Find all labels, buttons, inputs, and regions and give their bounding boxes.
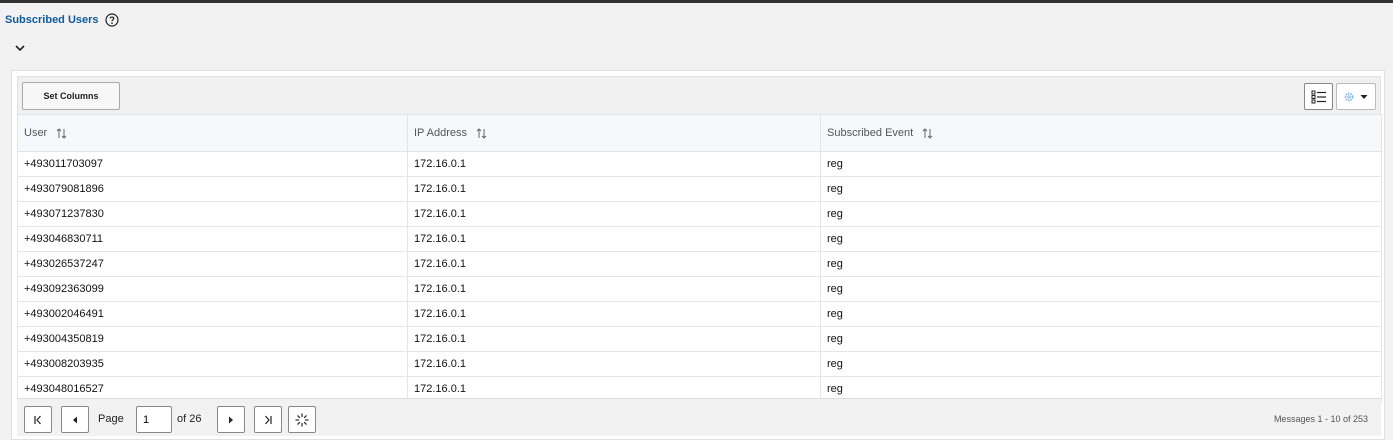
pagination-bar: Page of 26 bbox=[17, 398, 1381, 436]
top-bar bbox=[0, 0, 1393, 3]
cell-ip-address: 172.16.0.1 bbox=[407, 351, 821, 377]
section-header: Subscribed Users bbox=[5, 10, 119, 30]
cell-ip-address: 172.16.0.1 bbox=[407, 201, 821, 227]
cell-user: +493011703097 bbox=[17, 151, 408, 177]
list-view-icon bbox=[1311, 90, 1326, 103]
help-circle-icon[interactable] bbox=[104, 13, 119, 27]
table-toolbar: Set Columns bbox=[17, 76, 1381, 114]
cell-subscribed-event: reg bbox=[820, 301, 1382, 327]
last-page-button[interactable] bbox=[254, 406, 282, 433]
column-header-subscribed-event[interactable]: Subscribed Event bbox=[820, 114, 1382, 152]
table-row[interactable]: +493026537247 172.16.0.1 reg bbox=[17, 251, 1382, 277]
gear-icon bbox=[1344, 92, 1354, 101]
chevron-down-icon[interactable] bbox=[12, 41, 28, 55]
cell-user: +493008203935 bbox=[17, 351, 408, 377]
cell-user: +493002046491 bbox=[17, 301, 408, 327]
column-header-label: Subscribed Event bbox=[827, 127, 914, 139]
cell-subscribed-event: reg bbox=[820, 326, 1382, 352]
sort-icon[interactable] bbox=[922, 127, 933, 139]
messages-count: Messages 1 - 10 of 253 bbox=[1273, 414, 1368, 424]
column-header-ip-address[interactable]: IP Address bbox=[407, 114, 821, 152]
column-header-label: User bbox=[24, 127, 48, 139]
cell-ip-address: 172.16.0.1 bbox=[407, 226, 821, 252]
page-label: Page bbox=[98, 413, 124, 425]
page-title: Subscribed Users bbox=[5, 14, 99, 26]
table-row[interactable]: +493008203935 172.16.0.1 reg bbox=[17, 351, 1382, 377]
refresh-button[interactable] bbox=[288, 406, 316, 433]
cell-ip-address: 172.16.0.1 bbox=[407, 151, 821, 177]
next-page-icon bbox=[229, 416, 233, 423]
cell-subscribed-event: reg bbox=[820, 201, 1382, 227]
last-page-icon bbox=[265, 415, 272, 424]
table-row[interactable]: +493011703097 172.16.0.1 reg bbox=[17, 151, 1382, 177]
table-row[interactable]: +493079081896 172.16.0.1 reg bbox=[17, 176, 1382, 202]
table-row[interactable]: +493046830711 172.16.0.1 reg bbox=[17, 226, 1382, 252]
column-header-label: IP Address bbox=[414, 127, 467, 139]
cell-subscribed-event: reg bbox=[820, 351, 1382, 377]
cell-user: +493071237830 bbox=[17, 201, 408, 227]
table-header-row: User IP Address Subscribed Event bbox=[17, 114, 1382, 152]
cell-ip-address: 172.16.0.1 bbox=[407, 301, 821, 327]
set-columns-button[interactable]: Set Columns bbox=[22, 82, 120, 110]
cell-user: +493046830711 bbox=[17, 226, 408, 252]
table-row[interactable]: +493071237830 172.16.0.1 reg bbox=[17, 201, 1382, 227]
cell-subscribed-event: reg bbox=[820, 276, 1382, 302]
cell-ip-address: 172.16.0.1 bbox=[407, 176, 821, 202]
cell-user: +493004350819 bbox=[17, 326, 408, 352]
column-header-user[interactable]: User bbox=[17, 114, 408, 152]
table-row[interactable]: +493002046491 172.16.0.1 reg bbox=[17, 301, 1382, 327]
subscribed-users-table: User IP Address Subscribed Event +493011… bbox=[17, 114, 1382, 402]
cell-user: +493026537247 bbox=[17, 251, 408, 277]
next-page-button[interactable] bbox=[217, 406, 245, 433]
first-page-button[interactable] bbox=[24, 406, 52, 433]
previous-page-button[interactable] bbox=[61, 406, 89, 433]
caret-down-icon bbox=[1360, 94, 1368, 99]
first-page-icon bbox=[34, 415, 41, 424]
cell-ip-address: 172.16.0.1 bbox=[407, 326, 821, 352]
page-count-label: of 26 bbox=[177, 413, 202, 425]
cell-user: +493079081896 bbox=[17, 176, 408, 202]
cell-ip-address: 172.16.0.1 bbox=[407, 276, 821, 302]
cell-user: +493092363099 bbox=[17, 276, 408, 302]
cell-subscribed-event: reg bbox=[820, 251, 1382, 277]
table-row[interactable]: +493092363099 172.16.0.1 reg bbox=[17, 276, 1382, 302]
table-row[interactable]: +493004350819 172.16.0.1 reg bbox=[17, 326, 1382, 352]
cell-ip-address: 172.16.0.1 bbox=[407, 251, 821, 277]
subscribed-users-panel: Set Columns User IP Address Subscribed E… bbox=[11, 70, 1385, 440]
list-view-button[interactable] bbox=[1304, 83, 1333, 110]
cell-subscribed-event: reg bbox=[820, 176, 1382, 202]
previous-page-icon bbox=[73, 416, 77, 423]
cell-subscribed-event: reg bbox=[820, 151, 1382, 177]
sort-icon[interactable] bbox=[476, 127, 487, 139]
settings-dropdown-button[interactable] bbox=[1336, 83, 1376, 110]
cell-subscribed-event: reg bbox=[820, 226, 1382, 252]
refresh-icon bbox=[295, 412, 309, 427]
page-number-input[interactable] bbox=[136, 406, 172, 433]
sort-icon[interactable] bbox=[56, 127, 67, 139]
